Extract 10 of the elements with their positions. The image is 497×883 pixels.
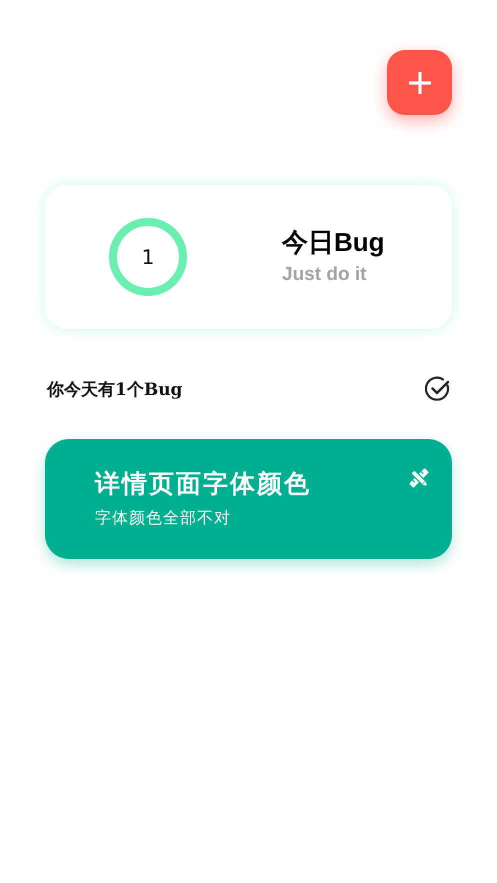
bug-count-message: 你今天有1个Bug [47,378,182,400]
bug-description: 字体颜色全部不对 [95,508,231,529]
plus-icon [408,70,432,94]
bug-count: 1 [142,245,154,269]
bug-card[interactable]: 详情页面字体颜色 字体颜色全部不对 [45,439,452,559]
summary-title: 今日Bug [282,226,385,258]
add-button[interactable] [387,50,452,115]
bug-title: 详情页面字体颜色 [95,468,311,500]
check-circle-icon[interactable] [425,376,451,402]
summary-subtitle: Just do it [282,264,368,286]
